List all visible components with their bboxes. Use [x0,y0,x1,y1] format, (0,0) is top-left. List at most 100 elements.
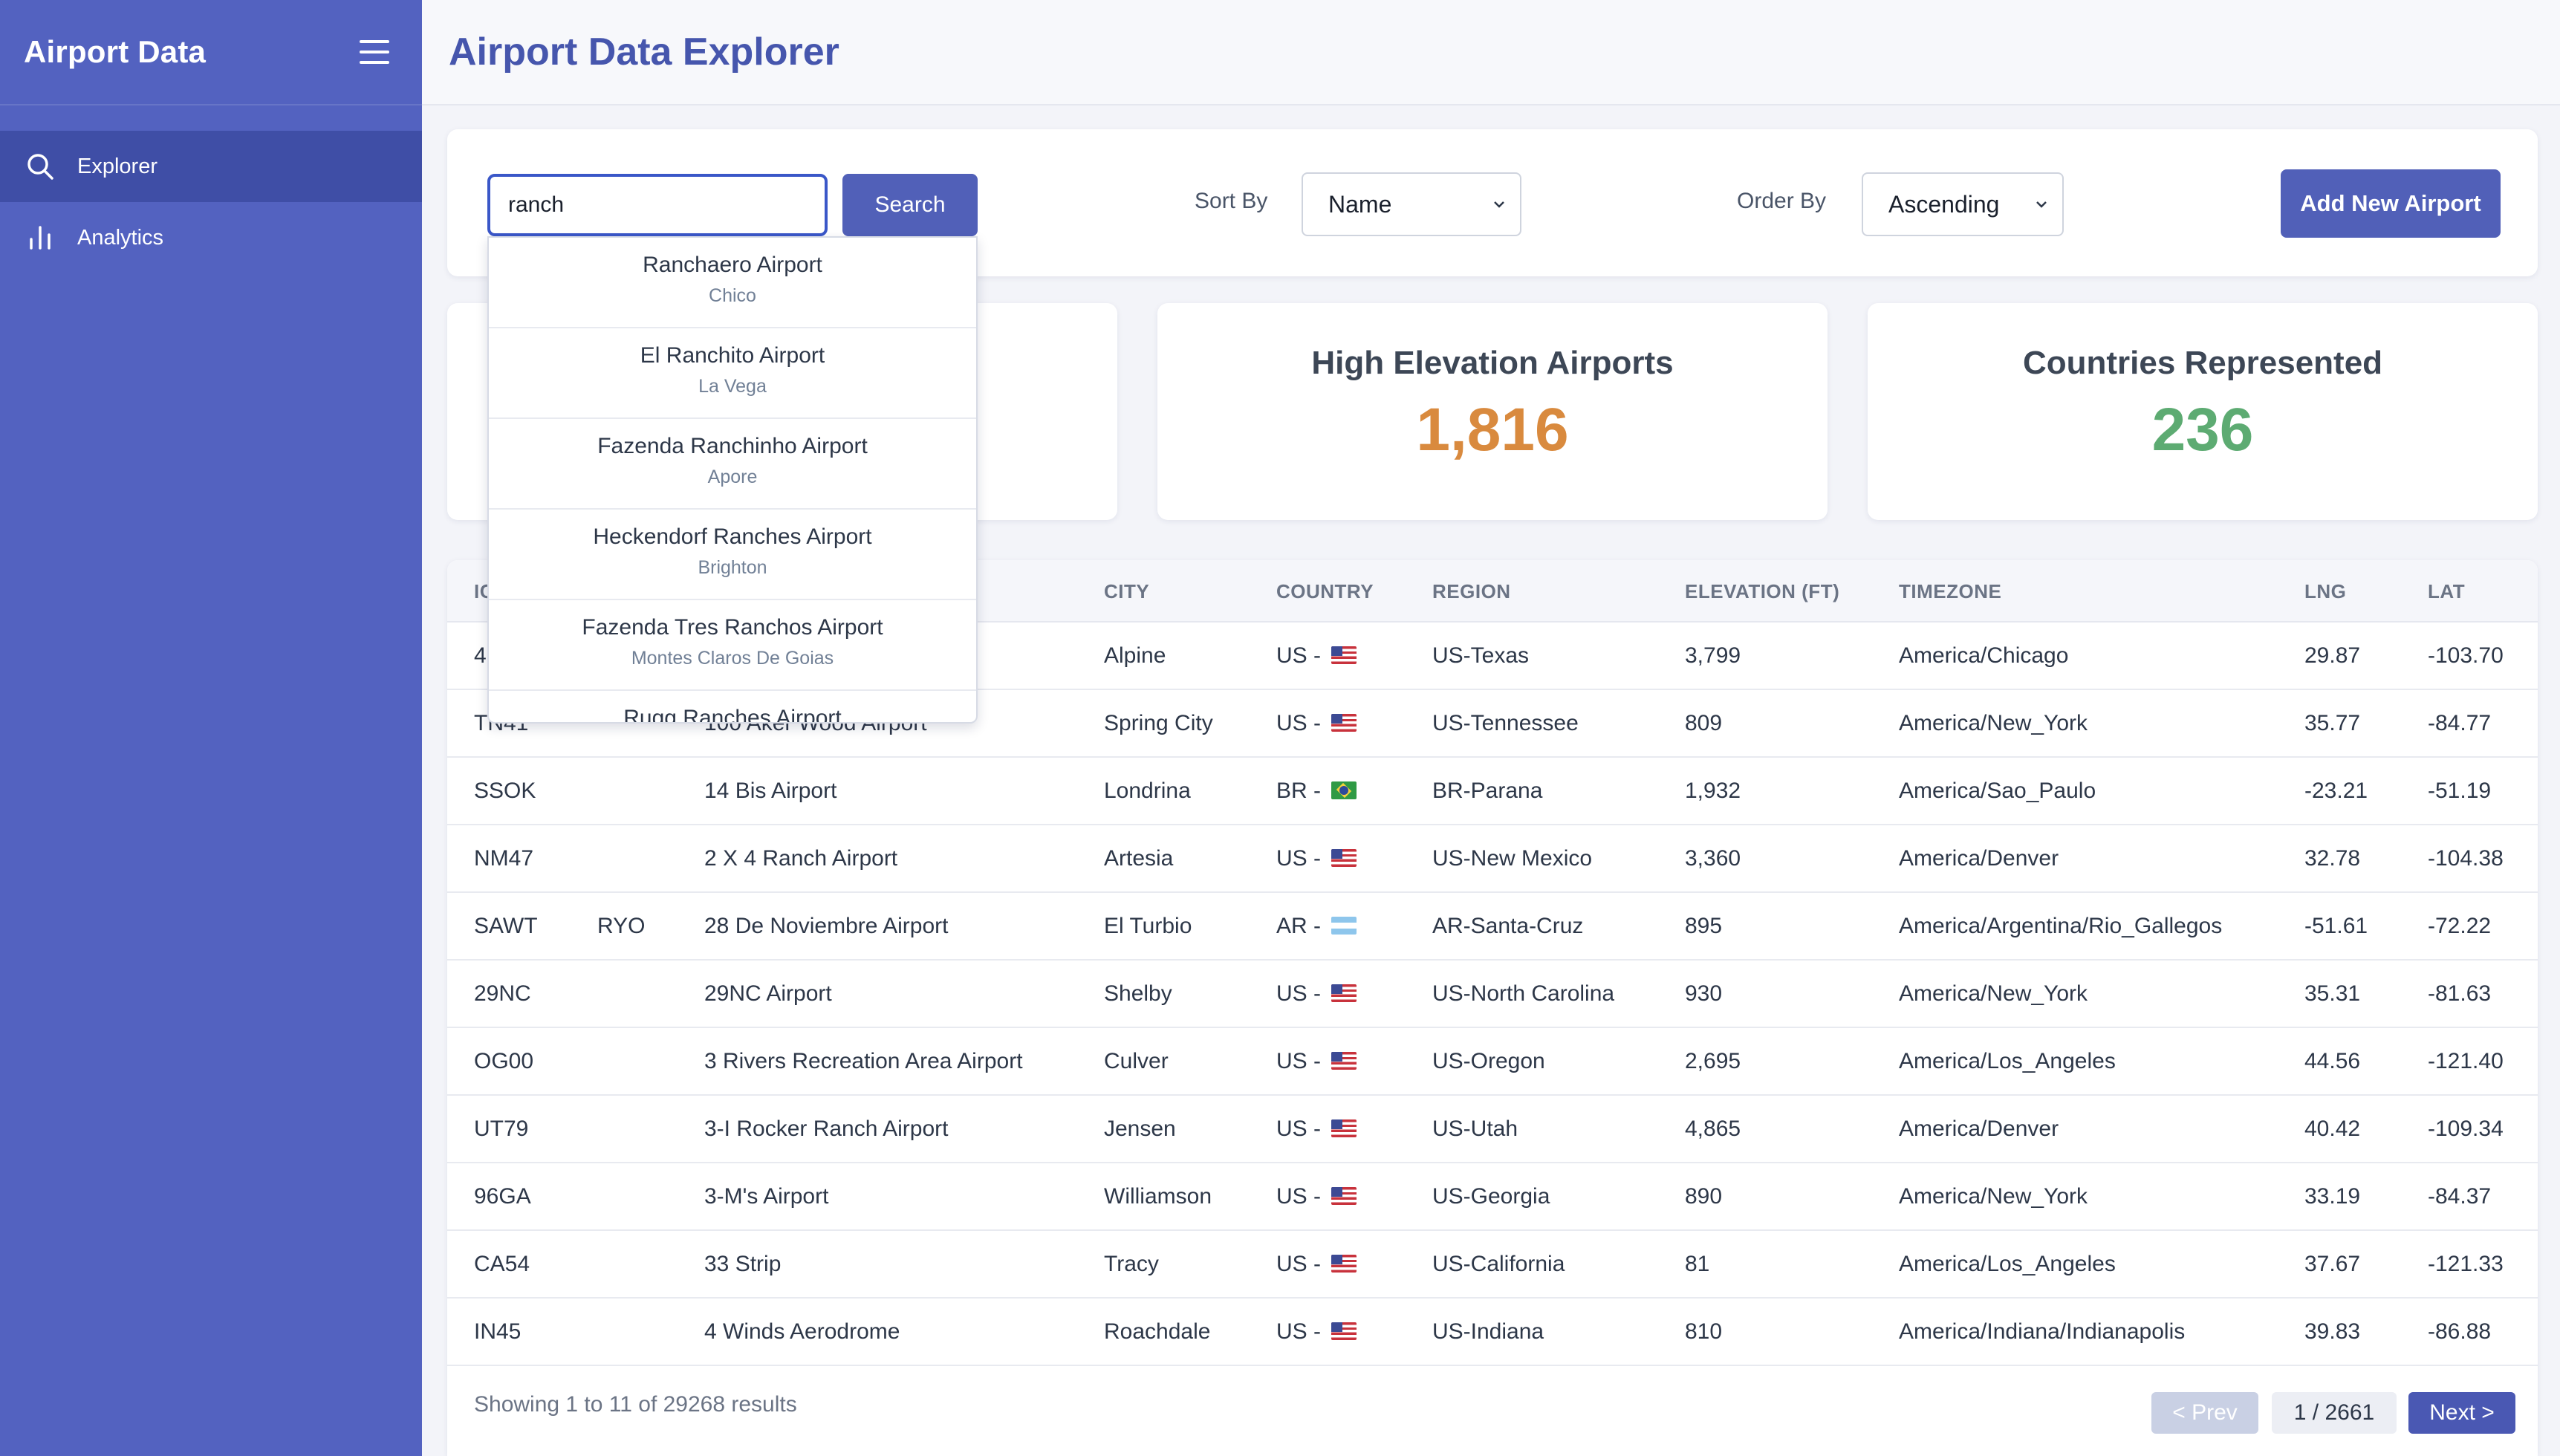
cell-timezone: America/Indiana/Indianapolis [1899,1299,2185,1365]
cell-region: US-Texas [1432,623,1529,689]
cell-country-text: US - [1276,1117,1328,1141]
cell-lat: -121.40 [2428,1028,2504,1094]
cell-country: US - [1276,623,1357,689]
cell-timezone: America/Sao_Paulo [1899,758,2096,824]
cell-timezone: America/New_York [1899,961,2088,1027]
table-row[interactable]: 29NC 29NC Airport Shelby US - US-North Caro… [447,961,2538,1028]
order-by-select[interactable]: Ascending [1862,172,2064,236]
cell-region: US-Georgia [1432,1163,1550,1229]
cell-elevation-text: 890 [1685,1184,1723,1209]
suggestion-item[interactable]: Fazenda Tres Ranchos Airport Montes Claro… [489,600,976,691]
cell-lat-text: -121.40 [2428,1049,2504,1073]
cell-region-text: US-Utah [1432,1117,1518,1141]
table-row[interactable]: OG00 3 Rivers Recreation Area Airport Culv… [447,1028,2538,1096]
cell-country-text: US - [1276,981,1328,1006]
cell-icao-text: 4 [474,643,487,668]
cell-lng: -51.61 [2304,893,2368,959]
cell-lng: 44.56 [2304,1028,2360,1094]
cell-elevation: 4,865 [1685,1096,1741,1162]
cell-lng-text: 33.19 [2304,1184,2361,1209]
cell-city: Artesia [1104,825,1173,891]
cell-country: US - [1276,1096,1357,1162]
table-row[interactable]: SAWT RYO 28 De Noviembre Airport El Turbio A… [447,893,2538,961]
column-header-lng[interactable]: LNG [2304,560,2346,623]
suggestion-item[interactable]: Ranchaero Airport Chico [489,238,976,328]
column-header-region[interactable]: REGION [1432,560,1511,623]
add-new-airport-button[interactable]: Add New Airport [2281,169,2501,238]
cell-lng: 35.77 [2304,690,2360,756]
hamburger-menu-icon[interactable] [360,40,389,64]
cell-name: 28 De Noviembre Airport [704,893,948,959]
suggestion-city: Apore [707,467,758,487]
sidebar-item-analytics[interactable]: Analytics [0,202,422,273]
cell-lat: -103.70 [2428,623,2504,689]
table-row[interactable]: 96GA 3-M's Airport Williamson US - US-Georg… [447,1163,2538,1231]
cell-elevation-text: 810 [1685,1319,1723,1344]
cell-region-text: US-Georgia [1432,1184,1550,1209]
cell-timezone-text: America/Sao_Paulo [1899,779,2096,803]
cell-timezone: America/Argentina/Rio_Gallegos [1899,893,2222,959]
column-header-country[interactable]: COUNTRY [1276,560,1374,623]
search-input[interactable] [487,174,828,236]
suggestion-item[interactable]: Fazenda Ranchinho Airport Apore [489,419,976,510]
stat-title: High Elevation Airports [1311,345,1674,381]
cell-lat: -72.22 [2428,893,2491,959]
cell-elevation-text: 81 [1685,1252,1710,1276]
cell-elevation: 2,695 [1685,1028,1741,1094]
cell-name: 2 X 4 Ranch Airport [704,825,897,891]
page-title: Airport Data Explorer [449,30,839,74]
page-indicator: 1 / 2661 [2272,1392,2397,1434]
order-by-label: Order By [1737,189,1827,213]
cell-country-text: US - [1276,1049,1328,1073]
cell-country: US - [1276,1163,1357,1229]
suggestion-item[interactable]: Heckendorf Ranches Airport Brighton [489,510,976,600]
next-page-button[interactable]: Next > [2408,1392,2515,1434]
cell-lat-text: -84.37 [2428,1184,2492,1209]
cell-lng: 40.42 [2304,1096,2360,1162]
cell-timezone-text: America/Chicago [1899,643,2069,668]
cell-icao: NM47 [474,825,533,891]
cell-lat: -84.37 [2428,1163,2491,1229]
cell-country: AR - [1276,893,1357,959]
sidebar-item-explorer[interactable]: Explorer [0,131,422,202]
cell-lat: -104.38 [2428,825,2504,891]
table-row[interactable]: IN45 4 Winds Aerodrome Roachdale US - US-In… [447,1299,2538,1366]
cell-region-text: BR-Parana [1432,779,1543,803]
cell-timezone: America/Denver [1899,825,2059,891]
bar-chart-icon [24,221,56,254]
cell-country: US - [1276,1299,1357,1365]
prev-page-button[interactable]: < Prev [2151,1392,2258,1434]
table-row[interactable]: NM47 2 X 4 Ranch Airport Artesia US - US-Ne… [447,825,2538,893]
suggestion-name: Fazenda Tres Ranchos Airport [582,615,883,640]
column-header-elevation[interactable]: ELEVATION (FT) [1685,560,1839,623]
cell-elevation: 930 [1685,961,1722,1027]
column-header-timezone[interactable]: TIMEZONE [1899,560,2001,623]
column-header-lat[interactable]: LAT [2428,560,2465,623]
sort-by-select[interactable]: Name [1302,172,1521,236]
suggestion-item[interactable]: El Ranchito Airport La Vega [489,328,976,419]
chevron-down-icon [1494,201,1504,208]
cell-elevation: 1,932 [1685,758,1741,824]
cell-iata-text: RYO [597,914,646,938]
topbar: Airport Data Explorer [422,0,2560,105]
suggestion-item[interactable]: Rugg Ranches Airport [489,691,976,722]
cell-country: BR - [1276,758,1357,824]
cell-elevation-text: 2,695 [1685,1049,1741,1073]
cell-timezone: America/Los_Angeles [1899,1231,2116,1297]
table-row[interactable]: UT79 3-I Rocker Ranch Airport Jensen US - U… [447,1096,2538,1163]
stat-card-high-elevation: High Elevation Airports 1,816 [1157,303,1828,520]
cell-city-text: Tracy [1104,1252,1159,1276]
cell-region-text: US-Tennessee [1432,711,1579,735]
cell-city: El Turbio [1104,893,1192,959]
cell-lat-text: -109.34 [2428,1117,2504,1141]
cell-city-text: Jensen [1104,1117,1176,1141]
column-header-city[interactable]: CITY [1104,560,1149,623]
table-row[interactable]: SSOK 14 Bis Airport Londrina BR - BR-Parana… [447,758,2538,825]
flag-br-icon [1331,781,1357,799]
table-row[interactable]: CA54 33 Strip Tracy US - US-California 81 Ame… [447,1231,2538,1299]
cell-lng-text: -51.61 [2304,914,2368,938]
cell-city: Culver [1104,1028,1169,1094]
search-button[interactable]: Search [842,174,978,236]
search-suggestions-dropdown: Ranchaero Airport Chico El Ranchito Airpor… [487,236,978,724]
cell-timezone-text: America/Los_Angeles [1899,1252,2116,1276]
